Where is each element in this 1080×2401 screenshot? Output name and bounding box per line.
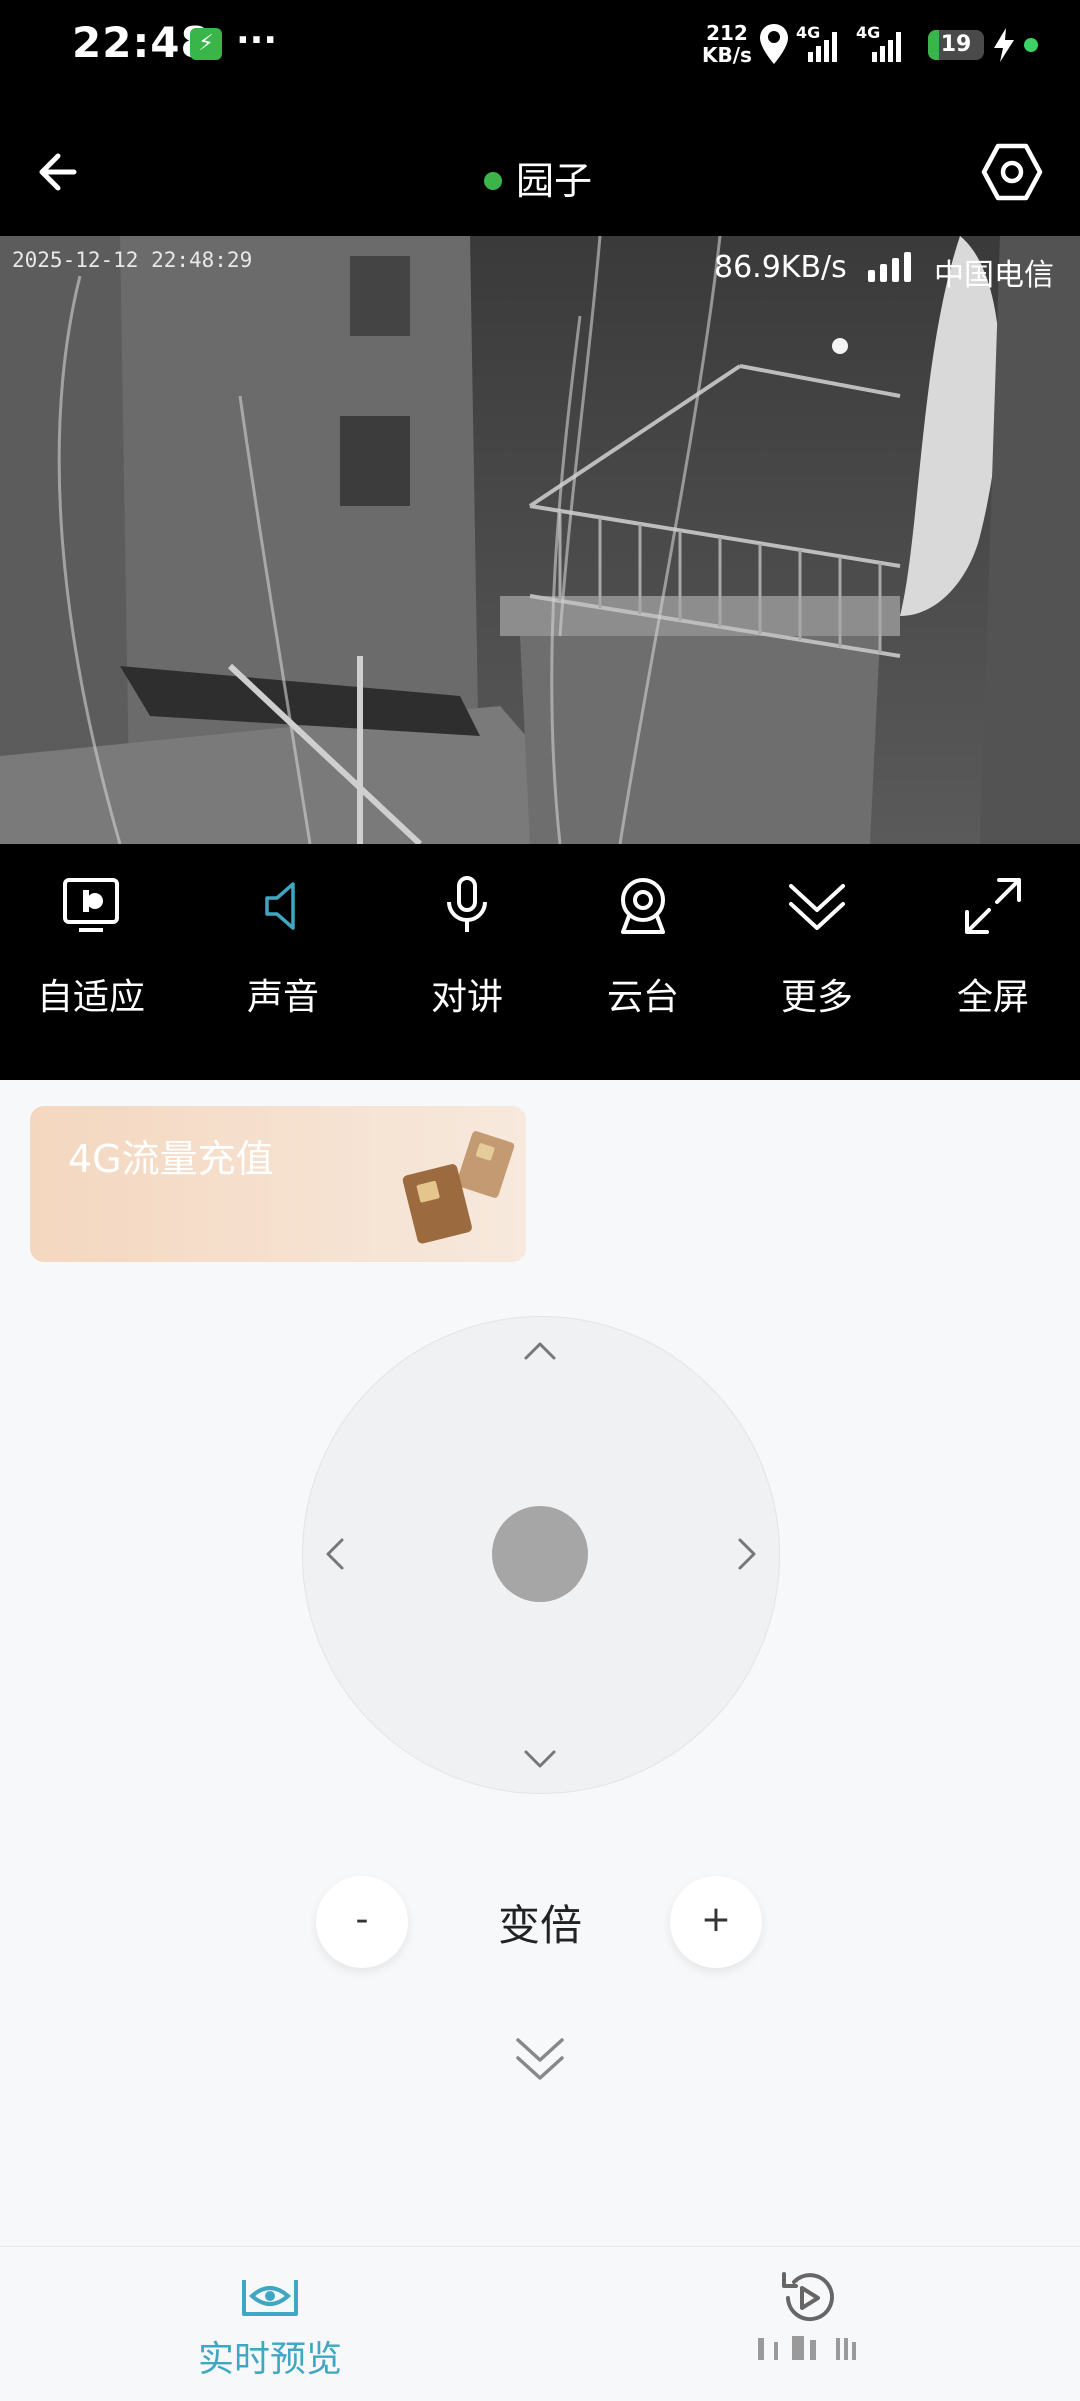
speaker-icon xyxy=(265,882,295,930)
zoom-in-button[interactable]: + xyxy=(670,1876,762,1968)
tab-live-preview[interactable]: 实时预览 xyxy=(160,2330,380,2382)
adaptive-display-icon xyxy=(63,878,119,932)
sim-card-icon xyxy=(402,1131,515,1244)
microphone-icon xyxy=(447,876,487,932)
intercom-button[interactable]: 对讲 xyxy=(392,876,542,1026)
adaptive-button[interactable]: 自适应 xyxy=(16,876,166,1026)
camera-carrier: 中国电信 xyxy=(934,258,1054,293)
chevron-double-down-icon xyxy=(789,884,845,930)
video-timestamp: 2025-12-12 22:48:29 xyxy=(12,248,253,272)
playback-history-icon[interactable] xyxy=(776,2266,840,2330)
camera-signal-icon xyxy=(868,252,911,282)
sound-label: 声音 xyxy=(246,977,319,1018)
ptz-right-icon[interactable] xyxy=(726,1534,766,1574)
ptz-down-icon[interactable] xyxy=(520,1738,560,1778)
back-button[interactable] xyxy=(30,140,94,204)
location-icon xyxy=(760,24,788,64)
fullscreen-label: 全屏 xyxy=(956,977,1029,1018)
night-scene-image xyxy=(0,236,1080,844)
ptz-label: 云台 xyxy=(606,977,679,1018)
more-notifications-icon: ··· xyxy=(236,20,278,61)
more-button[interactable]: 更多 xyxy=(742,876,892,1026)
ptz-button[interactable]: 云台 xyxy=(568,876,718,1026)
status-icons: 4G 4G xyxy=(760,23,901,64)
zoom-out-button[interactable]: - xyxy=(316,1876,408,1968)
online-status-dot xyxy=(484,172,502,190)
ptz-left-icon[interactable] xyxy=(316,1534,356,1574)
zoom-label: 变倍 xyxy=(497,1901,582,1950)
battery-level: 19 xyxy=(940,32,972,57)
tab-playback-label-blurred[interactable] xyxy=(740,2334,880,2362)
ptz-up-icon[interactable] xyxy=(520,1332,560,1372)
data-recharge-text: 4G流量充值 xyxy=(68,1137,274,1181)
intercom-label: 对讲 xyxy=(430,977,503,1018)
video-bitrate: 86.9KB/s xyxy=(714,250,847,285)
charging-app-icon: ⚡ xyxy=(190,28,222,60)
charging-bolt-icon xyxy=(994,28,1014,62)
network-type-2: 4G xyxy=(856,23,880,42)
ptz-camera-icon xyxy=(621,878,665,934)
fullscreen-button[interactable]: 全屏 xyxy=(918,876,1068,1026)
ptz-joystick-knob[interactable] xyxy=(492,1506,588,1602)
camera-title: 园子 xyxy=(516,159,593,203)
network-speed-value: 212 xyxy=(706,21,748,45)
network-speed-unit: KB/s xyxy=(702,43,752,67)
settings-button[interactable] xyxy=(980,140,1044,204)
more-label: 更多 xyxy=(780,977,853,1018)
network-speed: 212 KB/s xyxy=(702,22,752,66)
live-preview-eye-icon[interactable] xyxy=(238,2270,302,2326)
live-video-feed[interactable] xyxy=(0,236,1080,844)
adaptive-label: 自适应 xyxy=(36,977,145,1018)
privacy-indicator-dot xyxy=(1024,38,1038,52)
expand-panel-icon[interactable] xyxy=(510,2030,570,2090)
battery-icon: 19 xyxy=(928,30,984,60)
fullscreen-icon xyxy=(965,878,1021,934)
sound-button[interactable]: 声音 xyxy=(208,876,358,1026)
network-type-1: 4G xyxy=(796,23,820,42)
